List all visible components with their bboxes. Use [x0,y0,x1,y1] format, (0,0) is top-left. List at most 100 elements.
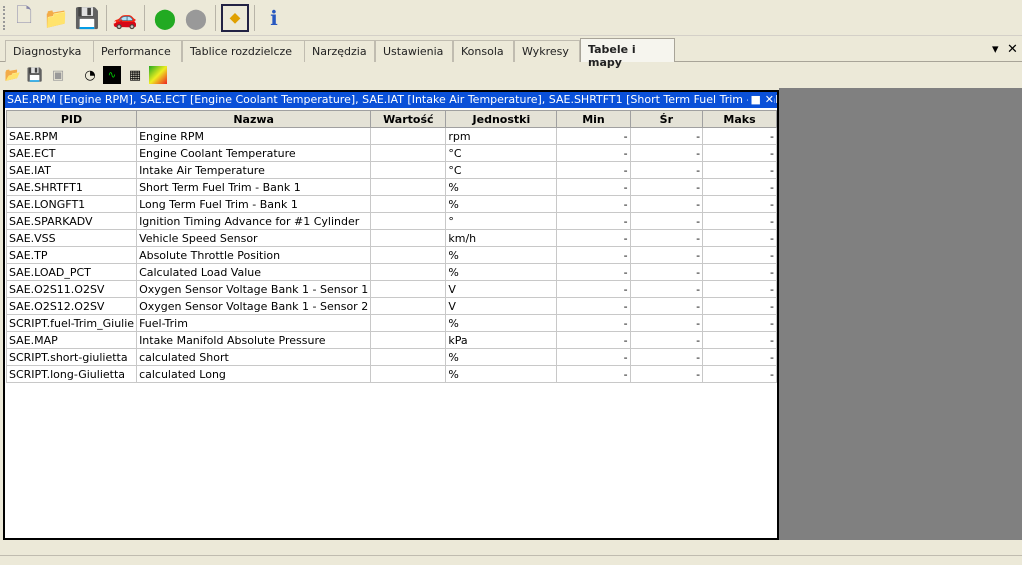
toolbar-grip[interactable] [3,6,6,30]
new-file-icon[interactable]: 🗋 [10,3,38,32]
table-window: SAE.RPM [Engine RPM], SAE.ECT [Engine Co… [3,90,779,540]
close-icon[interactable]: ✕ [765,93,774,106]
table-row[interactable]: SCRIPT.fuel-Trim_Giulie Fuel-Trim% - - - [5,314,777,332]
workspace-background [779,88,1022,540]
table-row[interactable]: SAE.RPM Engine RPM rpm - - - [5,127,777,145]
table-row[interactable]: SAE.SHRTFT1 Short Term Fuel Trim - Bank 1… [5,178,777,196]
table-row[interactable]: SAE.SPARKADV Ignition Timing Advance for … [5,212,777,230]
main-toolbar: 🗋 📁 💾 🚗 ⬤ ⬤ ◆ ℹ [0,0,1022,36]
table-row[interactable]: SAE.IAT Intake Air Temperature °C - - - [5,161,777,179]
table-row[interactable]: SAE.TP Absolute Throttle Position% - - - [5,246,777,264]
status-bar [0,555,1022,565]
maximize-icon[interactable]: ■ [751,93,761,106]
column-header[interactable]: Min [556,110,631,128]
table-row[interactable]: SCRIPT.short-giulietta calculated Short% -… [5,348,777,366]
map-icon[interactable] [149,66,167,84]
cell-name: Absolute Throttle Position [136,246,372,264]
open-folder-icon[interactable]: 📁 [42,4,70,32]
tab-close-icon[interactable]: ✕ [1007,42,1018,57]
column-header[interactable]: Śr [629,110,704,128]
tab-performance[interactable]: Performance [93,40,182,62]
cell-min: - [556,348,631,366]
cell-max: - [702,331,777,349]
cell-name: Short Term Fuel Trim - Bank 1 [136,178,372,196]
cell-max: - [702,263,777,281]
cell-max: - [702,195,777,213]
graph-icon[interactable]: ∿ [103,66,121,84]
tab-wykresy[interactable]: Wykresy [514,40,580,62]
cell-avg: - [629,263,704,281]
copy-icon[interactable]: ▣ [49,66,67,84]
cell-unit: % [445,348,558,366]
cell-value [370,297,447,315]
cell-avg: - [629,280,704,298]
tab-konsola[interactable]: Konsola [453,40,514,62]
cell-pid: SAE.O2S11.O2SV [5,280,138,298]
cell-value [370,212,447,230]
column-header[interactable]: Nazwa [136,110,372,128]
cell-pid: SCRIPT.short-giulietta [5,348,138,366]
column-header[interactable]: PID [5,110,138,128]
cell-value [370,195,447,213]
cell-value [370,348,447,366]
cell-max: - [702,212,777,230]
cell-max: - [702,365,777,383]
table-row[interactable]: SAE.LOAD_PCT Calculated Load Value% - - - [5,263,777,281]
cell-min: - [556,144,631,162]
cell-min: - [556,263,631,281]
cell-min: - [556,195,631,213]
cell-name: Long Term Fuel Trim - Bank 1 [136,195,372,213]
cell-pid: SAE.O2S12.O2SV [5,297,138,315]
cell-unit: kPa [445,331,558,349]
column-header[interactable]: Jednostki [445,110,558,128]
cell-value [370,280,447,298]
table-row[interactable]: SAE.O2S12.O2SV Oxygen Sensor Voltage Bank… [5,297,777,315]
table-row[interactable]: SAE.VSS Vehicle Speed Sensor km/h - - - [5,229,777,247]
cell-max: - [702,314,777,332]
cell-value [370,314,447,332]
cell-avg: - [629,229,704,247]
car-icon[interactable]: 🚗 [111,4,139,32]
cell-unit: % [445,195,558,213]
connect-icon[interactable]: ⬤ [151,4,179,32]
cell-pid: SAE.VSS [5,229,138,247]
cell-avg: - [629,195,704,213]
tab-narzedzia[interactable]: Narzędzia [304,40,375,62]
fit-window-icon[interactable]: ◆ [221,4,249,32]
table-row[interactable]: SAE.LONGFT1 Long Term Fuel Trim - Bank 1%… [5,195,777,213]
cell-min: - [556,127,631,145]
tab-tabele-i-mapy[interactable]: Tabele i mapy [580,38,675,69]
cell-value [370,331,447,349]
cell-name: Intake Air Temperature [136,161,372,179]
cell-max: - [702,297,777,315]
tab-diagnostyka[interactable]: Diagnostyka [5,40,94,62]
table-row[interactable]: SCRIPT.long-Giulietta calculated Long% - - - [5,365,777,383]
table-row[interactable]: SAE.MAP Intake Manifold Absolute Pressure… [5,331,777,349]
save-icon[interactable]: 💾 [73,4,101,32]
cell-name: Engine RPM [136,127,372,145]
cell-avg: - [629,246,704,264]
cell-min: - [556,280,631,298]
cell-unit: °C [445,161,558,179]
disconnect-icon[interactable]: ⬤ [182,4,210,32]
table-row[interactable]: SAE.ECT Engine Coolant Temperature °C - - - [5,144,777,162]
column-header[interactable]: Wartość [370,110,447,128]
column-header[interactable]: Maks [702,110,777,128]
cell-unit: % [445,263,558,281]
window-titlebar[interactable]: SAE.RPM [Engine RPM], SAE.ECT [Engine Co… [5,92,777,108]
cell-pid: SAE.TP [5,246,138,264]
tab-tablice-rozdzielcze[interactable]: Tablice rozdzielcze [182,40,305,62]
cell-value [370,127,447,145]
cell-unit: rpm [445,127,558,145]
save-icon[interactable]: 💾 [26,66,44,84]
cell-max: - [702,348,777,366]
tab-menu-icon[interactable]: ▾ [992,42,999,57]
cell-min: - [556,314,631,332]
cell-name: Fuel-Trim [136,314,372,332]
tab-ustawienia[interactable]: Ustawienia [375,40,453,62]
gauge-icon[interactable]: ◔ [81,66,99,84]
table-icon[interactable]: ▦ [126,66,144,84]
open-folder-icon[interactable]: 📂 [4,66,22,84]
info-icon[interactable]: ℹ [260,4,288,32]
table-row[interactable]: SAE.O2S11.O2SV Oxygen Sensor Voltage Bank… [5,280,777,298]
